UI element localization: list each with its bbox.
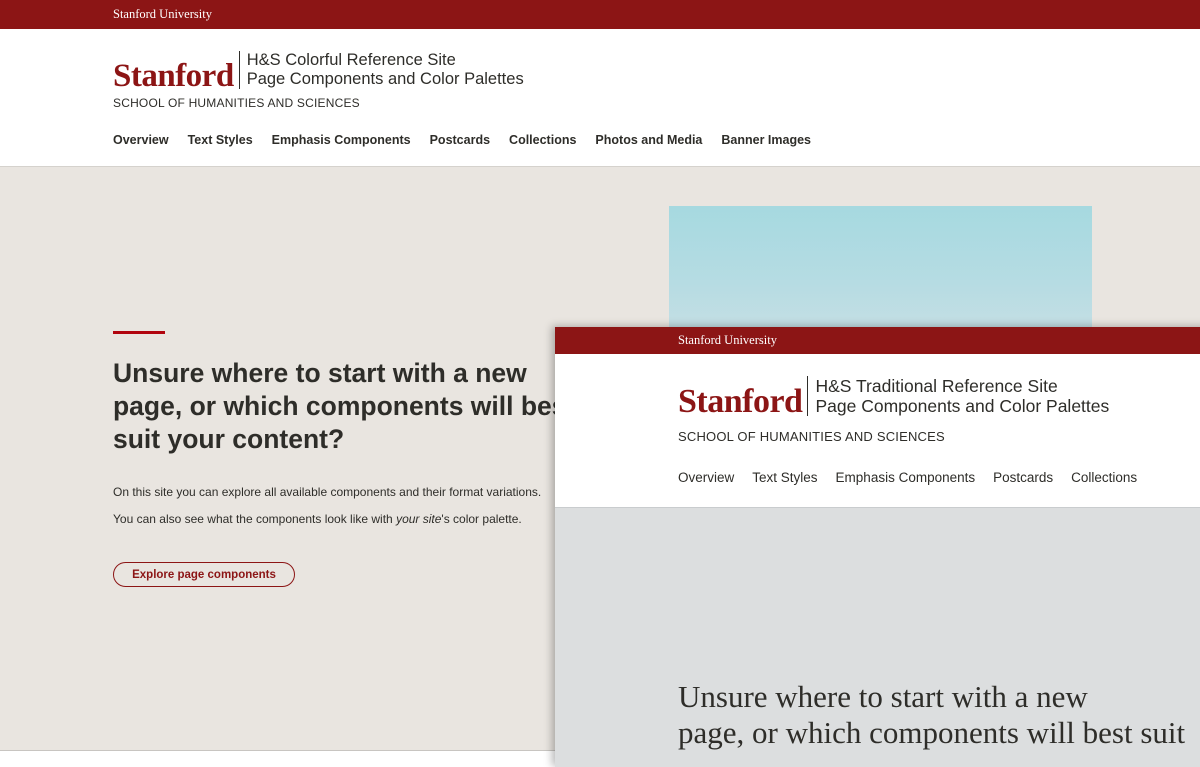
site-logo[interactable]: Stanford H&S Traditional Reference Site …	[678, 376, 1109, 419]
site-subtitle: Page Components and Color Palettes	[246, 70, 524, 88]
site-subtitle: Page Components and Color Palettes	[815, 396, 1110, 416]
nav-item-emphasis-components[interactable]: Emphasis Components	[836, 470, 976, 485]
hero-heading-line-1: Unsure where to start with a new	[678, 679, 1088, 714]
hero-section: Unsure where to start with a new page, o…	[555, 508, 1200, 767]
hero-heading: Unsure where to start with a new page, o…	[113, 358, 576, 454]
stanford-university-link[interactable]: Stanford University	[678, 333, 777, 347]
explore-page-components-button[interactable]: Explore page components	[113, 562, 295, 587]
hero-heading: Unsure where to start with a new page, o…	[678, 679, 1200, 751]
school-name: SCHOOL OF HUMANITIES AND SCIENCES	[113, 96, 360, 110]
nav-item-text-styles[interactable]: Text Styles	[188, 133, 253, 147]
nav-item-postcards[interactable]: Postcards	[993, 470, 1053, 485]
hero-heading-line-2: page, or which components will best suit	[678, 715, 1186, 750]
nav-item-postcards[interactable]: Postcards	[430, 133, 490, 147]
hero-paragraph-1: On this site you can explore all availab…	[113, 485, 542, 499]
stanford-university-link[interactable]: Stanford University	[113, 7, 212, 21]
site-title: H&S Colorful Reference Site	[246, 51, 456, 69]
hero-paragraph-2-start: You can also see what the components loo…	[113, 512, 397, 526]
site-title: H&S Traditional Reference Site	[815, 376, 1058, 396]
nav-item-collections[interactable]: Collections	[1071, 470, 1137, 485]
stanford-wordmark: Stanford	[678, 383, 803, 420]
site-title-block: H&S Traditional Reference Site Page Comp…	[807, 376, 1109, 416]
nav-item-banner-images[interactable]: Banner Images	[721, 133, 811, 147]
hero-paragraph-2-emphasis: your site	[396, 512, 442, 526]
nav-item-collections[interactable]: Collections	[509, 133, 576, 147]
stanford-university-bar: Stanford University	[555, 327, 1200, 354]
stanford-university-bar: Stanford University	[0, 0, 1200, 29]
hero-paragraph-2-end: 's color palette.	[441, 512, 522, 526]
site-header: Stanford H&S Traditional Reference Site …	[555, 354, 1200, 508]
site-logo[interactable]: Stanford H&S Colorful Reference Site Pag…	[113, 51, 524, 93]
site-header: Stanford H&S Colorful Reference Site Pag…	[0, 29, 1200, 167]
school-name: SCHOOL OF HUMANITIES AND SCIENCES	[678, 429, 945, 444]
nav-item-photos-and-media[interactable]: Photos and Media	[595, 133, 702, 147]
main-nav: Overview Text Styles Emphasis Components…	[113, 133, 830, 147]
nav-item-emphasis-components[interactable]: Emphasis Components	[272, 133, 411, 147]
stanford-wordmark: Stanford	[113, 58, 234, 94]
main-nav: Overview Text Styles Emphasis Components…	[678, 470, 1155, 485]
traditional-site-window: Stanford University Stanford H&S Traditi…	[555, 327, 1200, 767]
accent-line	[113, 331, 165, 334]
hero-image	[669, 206, 1092, 346]
nav-item-overview[interactable]: Overview	[678, 470, 734, 485]
site-title-block: H&S Colorful Reference Site Page Compone…	[238, 51, 524, 89]
nav-item-text-styles[interactable]: Text Styles	[752, 470, 817, 485]
nav-item-overview[interactable]: Overview	[113, 133, 169, 147]
hero-paragraph-2: You can also see what the components loo…	[113, 512, 522, 526]
